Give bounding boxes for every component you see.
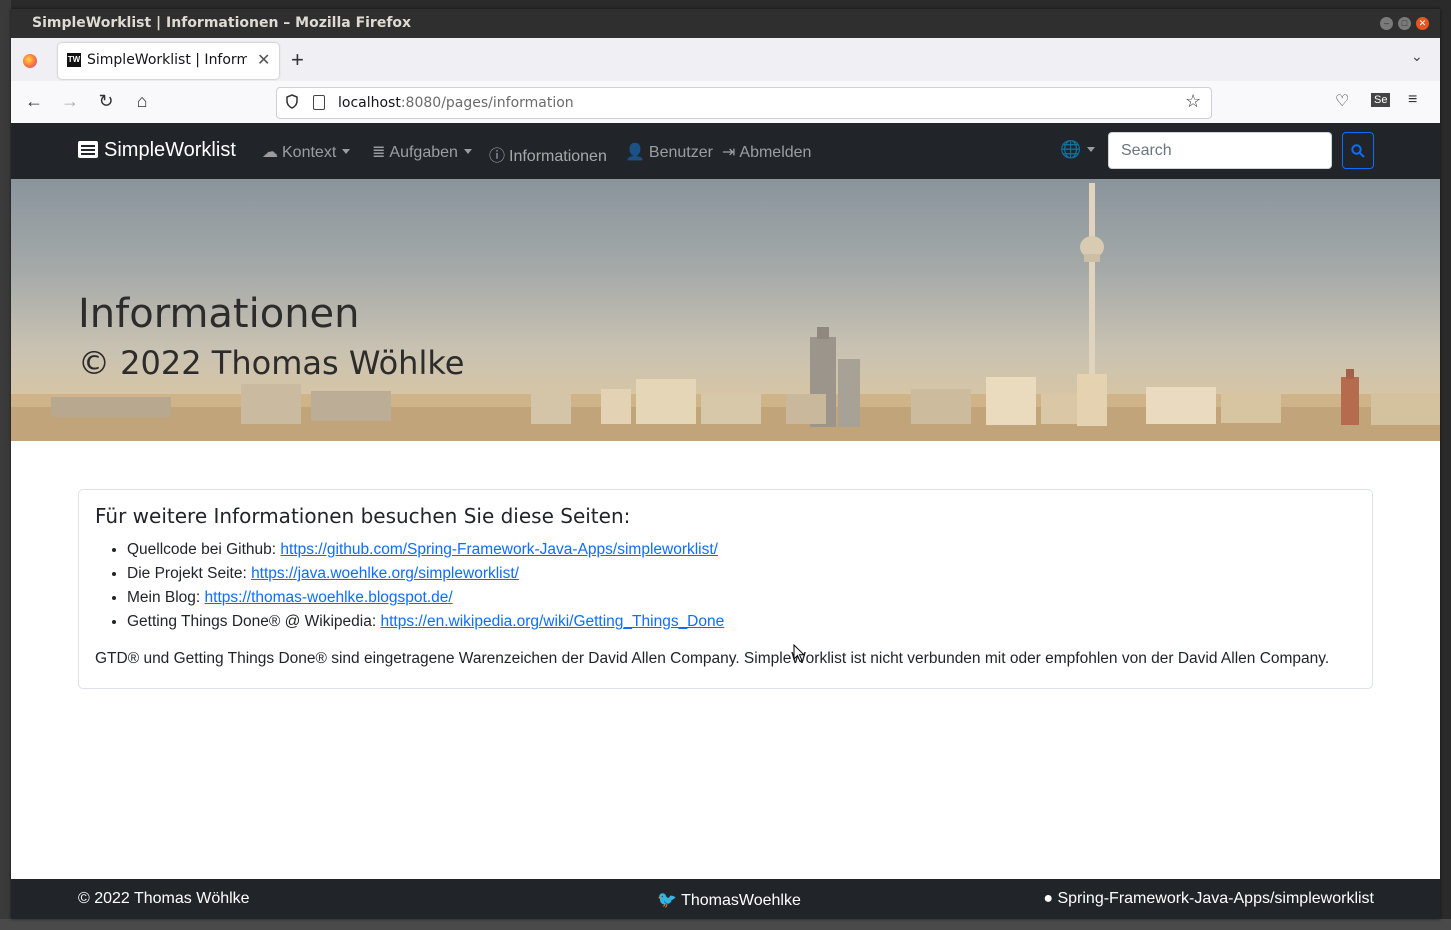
title-bar: SimpleWorklist | Informationen – Mozilla… <box>11 9 1440 38</box>
info-circle-icon: ⓘ <box>489 148 506 165</box>
nav-benutzer[interactable]: 👤 Benutzer <box>625 142 713 162</box>
nav-informationen[interactable]: ⓘ Informationen <box>489 142 607 166</box>
footer-copyright: © 2022 Thomas Wöhlke <box>78 890 250 907</box>
firefox-window: SimpleWorklist | Informationen – Mozilla… <box>11 9 1440 919</box>
tab-label: SimpleWorklist | Informationen <box>87 52 247 68</box>
twitter-icon: 🐦 <box>657 892 677 909</box>
sign-out-icon: ⇥ <box>722 144 736 161</box>
nav-abmelden[interactable]: ⇥ Abmelden <box>722 142 811 162</box>
github-icon: ● <box>1043 890 1054 907</box>
home-icon[interactable]: ⌂ <box>131 91 153 112</box>
user-icon: 👤 <box>625 144 645 161</box>
url-text[interactable]: localhost:8080/pages/information <box>338 95 574 111</box>
site-favicon-icon: TW <box>67 53 81 67</box>
project-page-link[interactable]: https://java.woehlke.org/simpleworklist/ <box>251 565 519 582</box>
hero-title: Informationen <box>78 291 360 337</box>
link-list: Quellcode bei Github: https://github.com… <box>95 538 724 634</box>
desktop-background <box>0 0 11 930</box>
firefox-icon[interactable] <box>23 54 37 68</box>
list-item: Quellcode bei Github: https://github.com… <box>127 538 724 562</box>
app-navbar: SimpleWorklist ☁ Kontext ≣ Aufgaben ⓘ Infor… <box>11 123 1440 179</box>
wikipedia-link[interactable]: https://en.wikipedia.org/wiki/Getting_Th… <box>380 613 724 630</box>
search-button[interactable] <box>1342 132 1374 169</box>
database-icon: ≣ <box>372 144 386 161</box>
nav-kontext-dropdown[interactable]: ☁ Kontext <box>262 142 351 162</box>
tab-simpleworklist[interactable]: TW SimpleWorklist | Informationen ✕ <box>58 43 279 79</box>
list-item: Getting Things Done® @ Wikipedia: https:… <box>127 610 724 634</box>
desktop-taskbar-strip <box>0 919 1451 930</box>
github-link[interactable]: https://github.com/Spring-Framework-Java… <box>280 541 718 558</box>
menu-hamburger-icon[interactable]: ≡ <box>1408 91 1417 109</box>
page-footer: © 2022 Thomas Wöhlke 🐦 ThomasWoehlke ● S… <box>11 879 1440 919</box>
card-heading: Für weitere Informationen besuchen Sie d… <box>95 504 631 528</box>
pocket-icon[interactable]: ♡ <box>1335 91 1349 111</box>
window-title: SimpleWorklist | Informationen – Mozilla… <box>32 15 412 31</box>
bookmark-star-icon[interactable]: ☆ <box>1185 91 1201 112</box>
list-all-tabs-icon[interactable]: ⌄ <box>1411 48 1423 65</box>
nav-aufgaben-dropdown[interactable]: ≣ Aufgaben <box>372 142 472 162</box>
search-input[interactable] <box>1108 132 1332 169</box>
language-dropdown[interactable]: 🌐 <box>1060 140 1096 160</box>
hero-banner: Informationen © 2022 Thomas Wöhlke <box>11 179 1440 441</box>
list-item: Mein Blog: https://thomas-woehlke.blogsp… <box>127 586 724 610</box>
brand-link[interactable]: SimpleWorklist <box>78 139 236 162</box>
hero-subtitle: © 2022 Thomas Wöhlke <box>78 344 465 382</box>
list-icon <box>78 141 98 158</box>
footer-twitter-link[interactable]: 🐦 ThomasWoehlke <box>657 890 801 910</box>
back-icon[interactable]: ← <box>23 91 45 112</box>
new-tab-button[interactable]: + <box>291 47 304 73</box>
caret-down-icon <box>463 149 472 154</box>
globe-icon: 🌐 <box>1060 140 1082 159</box>
close-window-button[interactable]: ✕ <box>1416 17 1429 30</box>
trademark-note: GTD® und Getting Things Done® sind einge… <box>95 650 1330 667</box>
caret-down-icon <box>1087 147 1096 152</box>
forward-icon[interactable]: → <box>59 91 81 112</box>
browser-toolbar: ← → ↻ ⌂ localhost:8080/pages/information… <box>11 81 1440 124</box>
list-item: Die Projekt Seite: https://java.woehlke.… <box>127 562 724 586</box>
url-bar[interactable]: localhost:8080/pages/information ☆ <box>276 87 1212 119</box>
search-icon <box>1351 144 1365 158</box>
minimize-button[interactable]: – <box>1380 17 1393 30</box>
close-tab-icon[interactable]: ✕ <box>257 50 270 70</box>
tab-strip: TW SimpleWorklist | Informationen ✕ + ⌄ <box>11 38 1440 81</box>
footer-github-link[interactable]: ● Spring-Framework-Java-Apps/simpleworkl… <box>1043 890 1374 908</box>
tracking-shield-icon[interactable] <box>286 94 298 109</box>
reload-icon[interactable]: ↻ <box>95 91 117 112</box>
maximize-button[interactable]: □ <box>1398 17 1411 30</box>
mouse-cursor-icon <box>793 644 805 663</box>
selenium-extension-icon[interactable]: Se <box>1371 93 1391 107</box>
cloud-icon: ☁ <box>262 144 278 161</box>
info-card: Für weitere Informationen besuchen Sie d… <box>78 489 1373 689</box>
blog-link[interactable]: https://thomas-woehlke.blogspot.de/ <box>205 589 453 606</box>
page-info-icon[interactable] <box>313 95 325 110</box>
caret-down-icon <box>342 149 351 154</box>
